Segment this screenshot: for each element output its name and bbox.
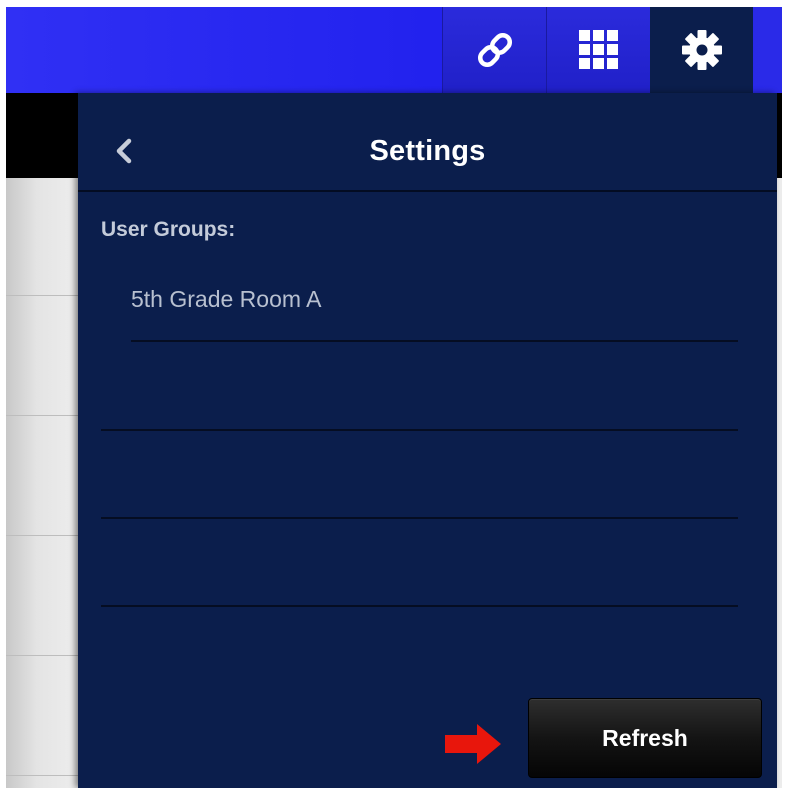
refresh-button[interactable]: Refresh (528, 698, 762, 778)
background-row-divider (6, 655, 78, 656)
link-icon (477, 32, 513, 68)
background-row-divider (6, 535, 78, 536)
row-divider (101, 517, 738, 519)
settings-button[interactable] (650, 7, 753, 93)
settings-panel: Settings User Groups: 5th Grade Room A R… (78, 93, 777, 788)
background-row-divider (6, 295, 78, 296)
apps-grid-icon (579, 30, 618, 69)
settings-header: Settings (78, 93, 777, 192)
top-toolbar (6, 7, 782, 93)
row-divider (101, 605, 738, 607)
user-group-item[interactable]: 5th Grade Room A (131, 286, 322, 313)
link-button[interactable] (442, 7, 547, 93)
background-row-divider (6, 415, 78, 416)
page-title: Settings (369, 135, 486, 167)
group-divider (131, 340, 738, 342)
gear-icon (682, 30, 722, 70)
red-arrow-icon (445, 724, 501, 764)
apps-button[interactable] (546, 7, 651, 93)
background-row-divider (6, 775, 78, 776)
user-groups-label: User Groups: (101, 218, 236, 241)
row-divider (101, 429, 738, 431)
